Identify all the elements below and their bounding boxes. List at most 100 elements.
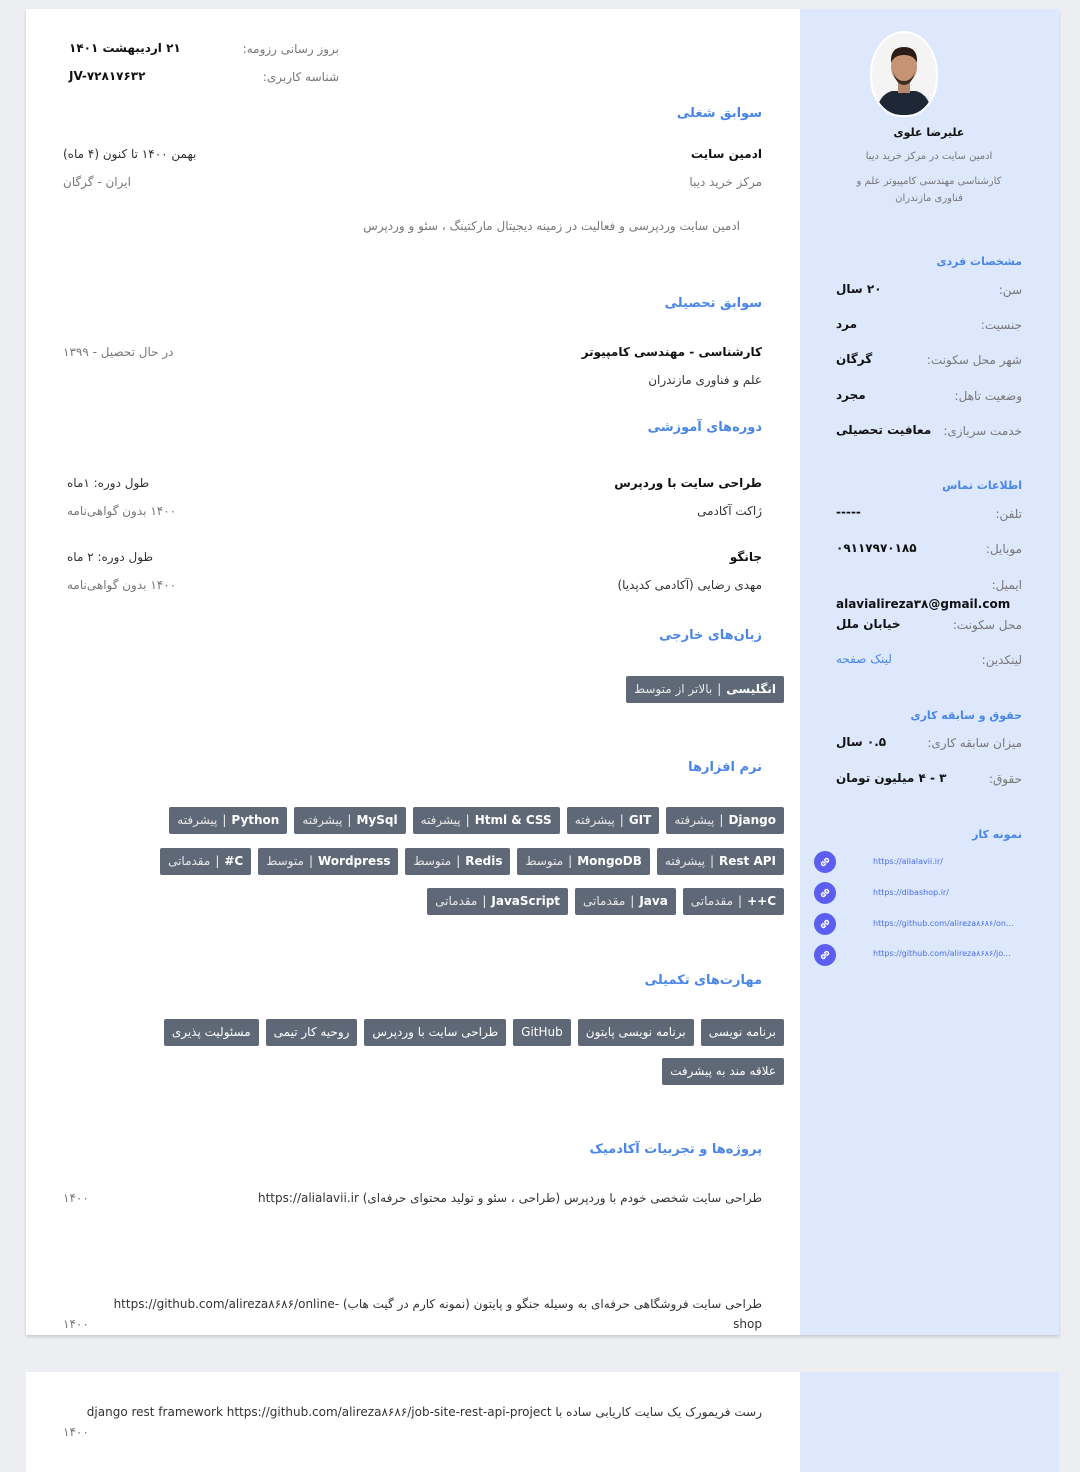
personal-heading: مشخصات فردی: [936, 255, 1022, 268]
jobs-heading: سوابق شغلی: [676, 106, 762, 121]
id-value: JV-۷۲۸۱۷۶۳۲: [69, 69, 146, 83]
skill-chip: GitHub: [513, 1019, 571, 1046]
languages-heading: زبان‌های خارجی: [659, 628, 762, 643]
job-title: ادمین سایت: [690, 147, 762, 161]
gender-value: مرد: [836, 317, 858, 331]
sidebar: [800, 1372, 1059, 1472]
software-chip: #C | مقدماتی: [160, 848, 252, 875]
software-level: مقدماتی: [583, 894, 626, 908]
chip-separator: |: [630, 894, 635, 908]
link-icon: [814, 851, 836, 873]
software-chip: MySql | پیشرفته: [294, 807, 406, 834]
sidebar: [800, 9, 1059, 1335]
city-value: گرگان: [836, 352, 873, 366]
software-name: GIT: [628, 813, 652, 827]
gender-label: جنسیت:: [980, 318, 1022, 332]
software-level: پیشرفته: [177, 813, 218, 827]
chip-separator: |: [308, 854, 313, 868]
address-value: خیابان ملل: [836, 617, 901, 631]
software-chip: Redis | متوسط: [405, 848, 511, 875]
experience-label: میزان سابقه کاری:: [927, 736, 1022, 750]
skill-chip: مسئولیت پذیری: [163, 1019, 259, 1046]
portfolio-link[interactable]: https://github.com/alireza۸۶۸۶/jo...: [873, 949, 1011, 958]
project-text-cont: shop: [733, 1317, 762, 1331]
age-value: ۲۰ سال: [836, 282, 882, 296]
software-chip: Wordpress | متوسط: [258, 848, 399, 875]
software-level: پیشرفته: [674, 813, 715, 827]
military-label: خدمت سربازی:: [943, 424, 1022, 438]
software-chip: Html & CSS | پیشرفته: [412, 807, 560, 834]
skill-chip: علاقه مند به پیشرفت: [662, 1058, 784, 1085]
portfolio-link[interactable]: https://alialavii.ir/: [873, 857, 943, 866]
course-title: جانگو: [729, 550, 762, 564]
software-name: Wordpress: [317, 854, 391, 868]
chip-separator: |: [456, 854, 461, 868]
age-label: سن:: [998, 283, 1022, 297]
chip-separator: |: [568, 854, 573, 868]
email-label: ایمیل:: [991, 578, 1022, 592]
job-description: ادمین سایت وردپرسی و فعالیت در زمینه دیج…: [363, 219, 740, 233]
course-duration: طول دوره: ۲ ماه: [67, 550, 154, 564]
marital-label: وضعیت تاهل:: [954, 389, 1022, 403]
software-level: متوسط: [413, 854, 452, 868]
software-name: Redis: [465, 854, 503, 868]
software-level: پیشرفته: [574, 813, 615, 827]
portfolio-link[interactable]: https://github.com/alireza۸۶۸۶/on...: [873, 919, 1014, 928]
skill-chip: روحیه کار تیمی: [265, 1019, 358, 1046]
project-year: ۱۴۰۰: [63, 1425, 89, 1439]
software-chip: JavaScript | مقدماتی: [427, 888, 569, 915]
software-name: MySql: [356, 813, 398, 827]
mobile-value[interactable]: ۰۹۱۱۷۹۷۰۱۸۵: [836, 541, 917, 555]
software-level: مقدماتی: [435, 894, 478, 908]
education-heading: سوابق تحصیلی: [664, 296, 762, 311]
software-level: پیشرفته: [302, 813, 343, 827]
software-name: Django: [728, 813, 776, 827]
phone-label: تلفن:: [995, 507, 1022, 521]
skill-chip: برنامه نویسی: [700, 1019, 784, 1046]
course-duration: طول دوره: ۱ماه: [67, 476, 150, 490]
software-chip: Rest API | پیشرفته: [656, 848, 784, 875]
profile-degree-line2: فناوری مازندران: [895, 193, 963, 204]
software-level: پیشرفته: [664, 854, 705, 868]
resume-page-1: [26, 9, 1059, 1335]
software-name: #C: [224, 854, 244, 868]
portfolio-link[interactable]: https://dibashop.ir/: [873, 888, 949, 897]
software-chip: MongoDB | متوسط: [517, 848, 650, 875]
job-date: بهمن ۱۴۰۰ تا کنون (۴ ماه): [63, 147, 197, 161]
chip-separator: |: [222, 813, 227, 827]
salary-value: ۳ - ۴ میلیون تومان: [836, 771, 947, 785]
education-degree: کارشناسی - مهندسی کامپیوتر: [581, 345, 762, 359]
project-text: رست فریمورک یک سایت کاریابی ساده با djan…: [86, 1405, 762, 1419]
profile-degree-line1: کارشناسی مهندسی کامپیوتر علم و: [856, 176, 1002, 187]
update-value: ۲۱ اردیبهشت ۱۴۰۱: [69, 41, 181, 55]
chip-separator: |: [709, 854, 715, 868]
course-org: ژاکت آکادمی: [697, 504, 762, 518]
address-label: محل سکونت:: [952, 618, 1022, 632]
portfolio-heading: نمونه کار: [972, 828, 1022, 841]
skill-chip: طراحی سایت با وردپرس: [364, 1019, 507, 1046]
education-university: علم و فناوری مازندران: [648, 373, 762, 387]
software-name: JavaScript: [491, 894, 561, 908]
software-level: مقدماتی: [690, 894, 734, 908]
email-value[interactable]: alavialireza۳۸@gmail.com: [836, 597, 1010, 611]
software-chip: Python | پیشرفته: [169, 807, 288, 834]
software-name: ++C: [747, 894, 776, 908]
projects-heading: پروژه‌ها و تجربیات آکادمیک: [589, 1142, 762, 1157]
software-chip: Java | مقدماتی: [575, 888, 676, 915]
profile-name: علیرضا علوی: [893, 126, 965, 139]
education-status: در حال تحصیل - ۱۳۹۹: [63, 345, 174, 359]
course-cert: ۱۴۰۰ بدون گواهی‌نامه: [67, 504, 177, 518]
linkedin-link[interactable]: لینک صفحه: [836, 652, 892, 666]
courses-heading: دوره‌های آموزشی: [647, 420, 762, 435]
chip-separator: |: [465, 813, 470, 827]
chip-separator: |: [717, 682, 722, 696]
experience-value: ۰.۵ سال: [836, 735, 887, 749]
contact-heading: اطلاعات تماس: [942, 479, 1022, 492]
language-chips: انگلیسی | بالاتر از متوسط: [625, 676, 784, 703]
project-text: طراحی سایت شخصی خودم با وردپرس (طراحی ، …: [257, 1191, 762, 1205]
skills-heading: مهارت‌های تکمیلی: [644, 973, 762, 988]
resume-page-2: [26, 1372, 1059, 1472]
chip-separator: |: [719, 813, 724, 827]
software-name: Rest API: [719, 854, 776, 868]
project-year: ۱۴۰۰: [63, 1191, 89, 1205]
